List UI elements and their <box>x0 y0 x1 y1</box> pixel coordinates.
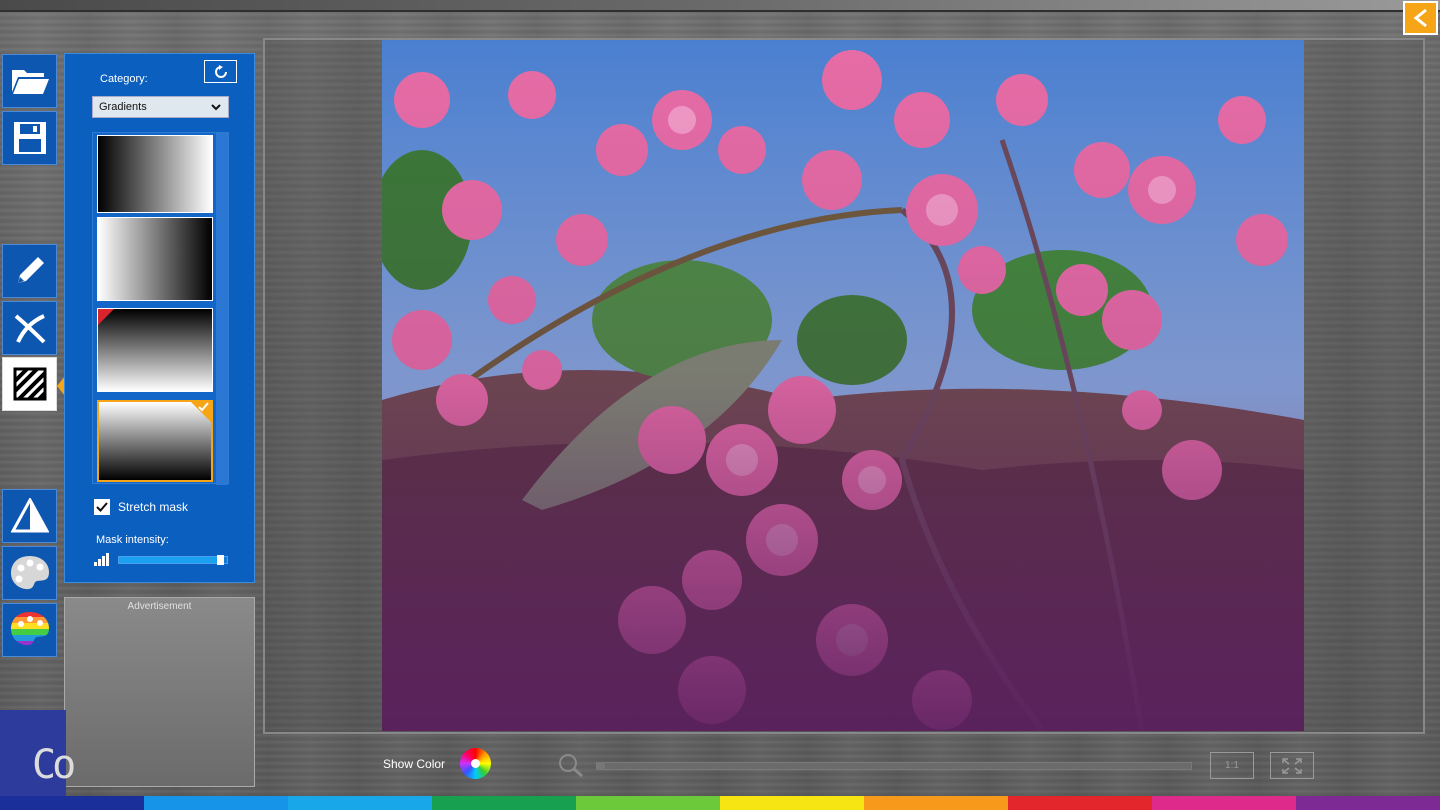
gradient-thumb-4-selected[interactable] <box>97 400 213 482</box>
gradient-thumb-3[interactable] <box>97 308 213 392</box>
triangle-icon <box>10 498 49 533</box>
mask-intensity-thumb[interactable] <box>216 555 224 565</box>
top-strip <box>0 0 1440 12</box>
gradient-thumb-2[interactable] <box>97 217 213 301</box>
floppy-disk-icon <box>13 122 46 154</box>
palette-icon <box>10 556 49 590</box>
zoom-slider-thumb[interactable] <box>597 762 605 770</box>
mask-button[interactable] <box>2 357 57 411</box>
mask-intensity-slider[interactable] <box>118 555 228 565</box>
mask-intensity-label: Mask intensity: <box>96 534 169 546</box>
chevron-down-icon <box>211 104 221 111</box>
palette-button[interactable] <box>2 546 57 600</box>
pencil-icon <box>17 257 44 283</box>
photo-flowers-image <box>382 40 1304 731</box>
adjust-button[interactable] <box>2 489 57 543</box>
mask-panel: Category: Gradients Stretch mask Mask in… <box>64 53 255 583</box>
gradient-list <box>92 132 229 485</box>
open-button[interactable] <box>2 54 57 108</box>
stretch-mask-checkbox[interactable] <box>94 499 110 515</box>
stretch-mask-label: Stretch mask <box>118 500 189 514</box>
erase-button[interactable] <box>2 301 57 355</box>
signal-strength-icon <box>94 553 109 566</box>
category-value: Gradients <box>99 101 147 113</box>
rainbow-strip <box>0 796 1440 810</box>
chevron-left-icon <box>1413 8 1427 28</box>
refresh-icon <box>214 64 227 78</box>
erase-x-icon <box>14 314 45 344</box>
category-dropdown[interactable]: Gradients <box>92 96 229 118</box>
checkmark-icon <box>198 402 209 412</box>
gradient-thumb-1[interactable] <box>97 135 213 213</box>
folder-open-icon <box>11 70 49 94</box>
draw-button[interactable] <box>2 244 57 298</box>
refresh-button[interactable] <box>204 60 237 83</box>
gradient-list-scrollbar[interactable] <box>216 133 228 485</box>
actual-size-button[interactable]: 1:1 <box>1210 752 1254 779</box>
expand-arrows-icon <box>1282 757 1302 774</box>
collapse-panel-button[interactable] <box>1403 1 1438 35</box>
category-label: Category: <box>100 73 148 85</box>
mask-intensity-fill <box>119 557 224 563</box>
colorize-button[interactable] <box>2 603 57 657</box>
edited-photo[interactable] <box>382 40 1304 731</box>
advertisement-label: Advertisement <box>127 601 192 612</box>
fit-to-screen-button[interactable] <box>1270 752 1314 779</box>
advertisement-area: Advertisement <box>64 597 255 787</box>
stretch-mask-option[interactable]: Stretch mask <box>94 499 188 515</box>
zoom-slider[interactable] <box>596 762 1192 770</box>
color-wheel-icon[interactable] <box>460 748 491 779</box>
show-color-button[interactable]: Show Color <box>383 757 445 771</box>
rainbow-palette-icon <box>10 612 49 646</box>
app-logo-text: Co <box>32 742 76 788</box>
zoom-magnifier-icon <box>559 754 583 778</box>
hatch-mask-icon <box>13 367 46 401</box>
save-button[interactable] <box>2 111 57 165</box>
checkmark-icon <box>96 502 108 512</box>
